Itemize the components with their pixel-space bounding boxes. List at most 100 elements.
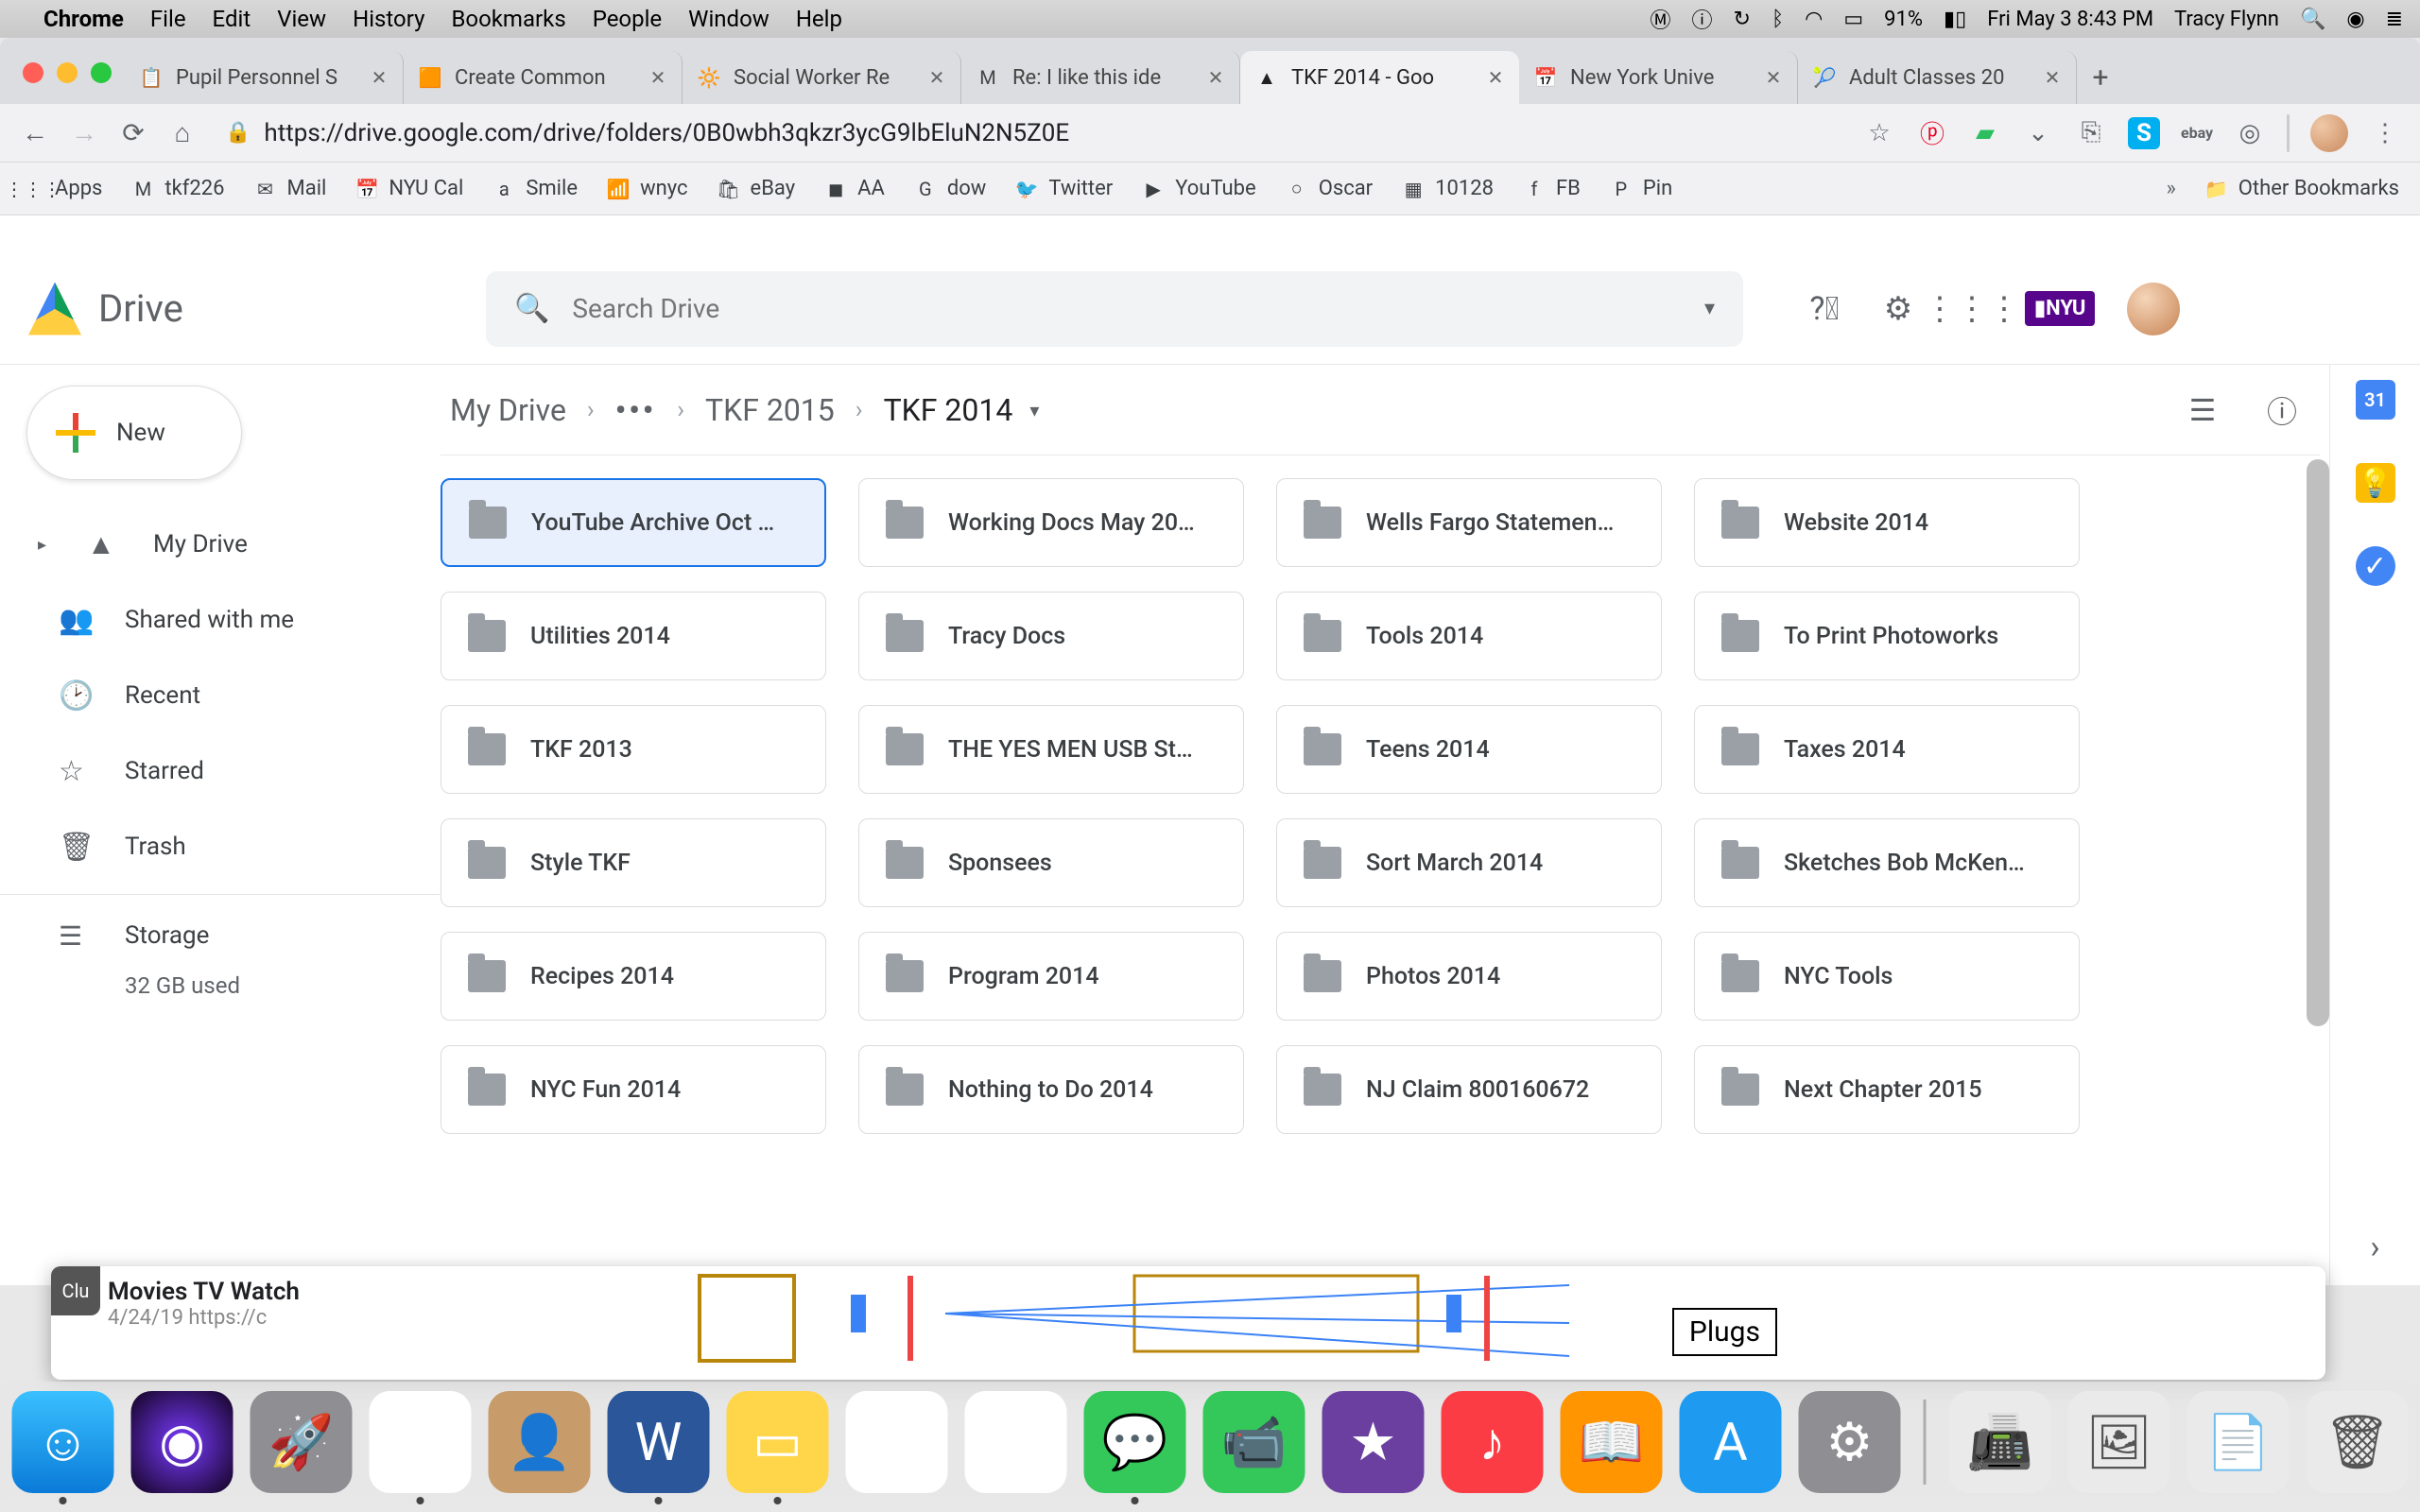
bookmark-item[interactable]: Mtkf226 [130, 177, 224, 201]
bookmark-item[interactable]: ▦10128 [1401, 177, 1494, 201]
drive-search[interactable]: 🔍 ▾ [486, 271, 1743, 347]
menu-history[interactable]: History [353, 6, 424, 32]
dock-messages-icon[interactable]: 💬 [1084, 1391, 1186, 1493]
folder-item[interactable]: Sort March 2014 [1276, 818, 1662, 907]
folder-item[interactable]: Nothing to Do 2014 [858, 1045, 1244, 1134]
bookmarks-overflow[interactable]: » [2166, 177, 2175, 200]
bluetooth-icon[interactable]: ᛒ [1772, 8, 1784, 31]
extension-icon[interactable]: ◎ [2234, 117, 2266, 149]
keep-addon-icon[interactable]: 💡 [2356, 463, 2395, 503]
menu-help[interactable]: Help [796, 6, 842, 32]
browser-tab[interactable]: MRe: I like this ide✕ [961, 51, 1240, 104]
browser-tab[interactable]: 📅New York Unive✕ [1519, 51, 1798, 104]
clock[interactable]: Fri May 3 8:43 PM [1987, 8, 2153, 31]
menu-view[interactable]: View [277, 6, 326, 32]
folder-item[interactable]: Program 2014 [858, 932, 1244, 1021]
app-name[interactable]: Chrome [43, 6, 124, 32]
nav-my-drive[interactable]: ▸ ▲ My Drive [0, 507, 440, 582]
folder-item[interactable]: Wells Fargo Statemen… [1276, 478, 1662, 567]
menu-file[interactable]: File [150, 6, 186, 32]
dock-music-icon[interactable]: ♪ [1442, 1391, 1544, 1493]
folder-item[interactable]: Photos 2014 [1276, 932, 1662, 1021]
close-tab-icon[interactable]: ✕ [648, 67, 668, 88]
chrome-profile-avatar[interactable] [2310, 114, 2348, 152]
pocket-icon[interactable]: ⌄ [2022, 117, 2054, 149]
close-tab-icon[interactable]: ✕ [1205, 67, 1226, 88]
back-button[interactable]: ← [19, 117, 51, 149]
siri-icon[interactable]: ◉ [2346, 8, 2364, 31]
pinterest-icon[interactable]: ⓟ [1916, 117, 1948, 149]
bookmark-item[interactable]: ✉Mail [253, 177, 327, 201]
folder-item[interactable]: Website 2014 [1694, 478, 2080, 567]
dock-appstore-icon[interactable]: A [1680, 1391, 1782, 1493]
battery-icon[interactable]: ▮▯ [1944, 8, 1966, 31]
folder-item[interactable]: Teens 2014 [1276, 705, 1662, 794]
menu-bookmarks[interactable]: Bookmarks [451, 6, 565, 32]
evernote-icon[interactable]: ▰ [1969, 117, 2001, 149]
bookmark-item[interactable]: fFB [1522, 177, 1581, 201]
folder-item[interactable]: TKF 2013 [441, 705, 826, 794]
breadcrumb-overflow[interactable]: ••• [615, 392, 657, 428]
dock-settings-icon[interactable]: ⚙ [1799, 1391, 1901, 1493]
close-tab-icon[interactable]: ✕ [369, 67, 389, 88]
search-input[interactable] [572, 293, 1682, 324]
browser-tab[interactable]: 🔆Social Worker Re✕ [683, 51, 961, 104]
bookmark-item[interactable]: PPin [1609, 177, 1672, 201]
folder-item[interactable]: NYC Fun 2014 [441, 1045, 826, 1134]
browser-tab[interactable]: ▲TKF 2014 - Goo✕ [1240, 51, 1519, 104]
bookmark-item[interactable]: Gdow [913, 177, 987, 201]
folder-item[interactable]: Recipes 2014 [441, 932, 826, 1021]
nav-recent[interactable]: 🕑 Recent [0, 658, 440, 733]
dock-photos-icon[interactable]: ✿ [846, 1391, 948, 1493]
folder-item[interactable]: Next Chapter 2015 [1694, 1045, 2080, 1134]
bookmark-item[interactable]: 📅NYU Cal [354, 177, 463, 201]
dock-launchpad-icon[interactable]: 🚀 [251, 1391, 353, 1493]
bookmark-item[interactable]: 🛍eBay [717, 177, 796, 201]
notifications-icon[interactable]: ≣ [2386, 8, 2403, 31]
fullscreen-window-button[interactable] [91, 62, 112, 83]
timemachine-icon[interactable]: ↻ [1734, 8, 1751, 31]
dock-doc-icon[interactable]: 📄 [2187, 1391, 2290, 1493]
bookmark-item[interactable]: 🐦Twitter [1014, 177, 1113, 201]
instapaper-icon[interactable]: ⎘ [2075, 117, 2107, 149]
home-button[interactable]: ⌂ [166, 117, 199, 149]
bookmark-item[interactable]: ▶YouTube [1141, 177, 1255, 201]
folder-item[interactable]: Tracy Docs [858, 592, 1244, 680]
dock-imovie-icon[interactable]: ★ [1322, 1391, 1425, 1493]
dock-photo-icon[interactable]: 🖼 [2068, 1391, 2170, 1493]
accessibility-icon[interactable]: ⓘ [1692, 4, 1713, 34]
menu-people[interactable]: People [593, 6, 662, 32]
dock-finder-icon[interactable]: ☺ [12, 1391, 114, 1493]
dock-facetime-icon[interactable]: 📹 [1203, 1391, 1305, 1493]
menu-window[interactable]: Window [688, 6, 769, 32]
help-icon[interactable]: ?⃝ [1804, 288, 1845, 330]
breadcrumb-mid[interactable]: TKF 2015 [705, 392, 835, 428]
nav-storage[interactable]: ☰ Storage [0, 904, 440, 967]
folder-item[interactable]: YouTube Archive Oct … [441, 478, 826, 567]
search-options-icon[interactable]: ▾ [1704, 297, 1715, 320]
bookmark-item[interactable]: 📶wnyc [606, 177, 687, 201]
close-tab-icon[interactable]: ✕ [1485, 67, 1506, 88]
browser-tab[interactable]: 🟧Create Common✕ [404, 51, 683, 104]
forward-button[interactable]: → [68, 117, 100, 149]
skype-icon[interactable]: S [2128, 117, 2160, 149]
folder-item[interactable]: To Print Photoworks [1694, 592, 2080, 680]
dock-scanner-icon[interactable]: 📠 [1949, 1391, 2051, 1493]
ebay-icon[interactable]: ebay [2181, 117, 2213, 149]
bookmark-item[interactable]: ◼AA [823, 177, 885, 201]
org-badge[interactable]: ▮NYU [2025, 291, 2095, 326]
new-tab-button[interactable]: + [2077, 51, 2124, 104]
dock-books-icon[interactable]: 📖 [1561, 1391, 1663, 1493]
list-view-icon[interactable]: ☰ [2182, 389, 2223, 431]
drive-logo[interactable]: Drive [28, 283, 463, 335]
star-icon[interactable]: ☆ [1863, 117, 1895, 149]
settings-icon[interactable]: ⚙ [1877, 288, 1919, 330]
browser-tab[interactable]: 🎾Adult Classes 20✕ [1798, 51, 2077, 104]
folder-item[interactable]: Sponsees [858, 818, 1244, 907]
menu-edit[interactable]: Edit [213, 6, 251, 32]
username[interactable]: Tracy Flynn [2174, 8, 2279, 31]
info-icon[interactable]: ⓘ [2261, 389, 2303, 431]
wifi-icon[interactable]: ◠ [1805, 8, 1823, 31]
breadcrumb-current[interactable]: TKF 2014 [884, 392, 1013, 428]
nav-trash[interactable]: 🗑 Trash [0, 809, 440, 885]
